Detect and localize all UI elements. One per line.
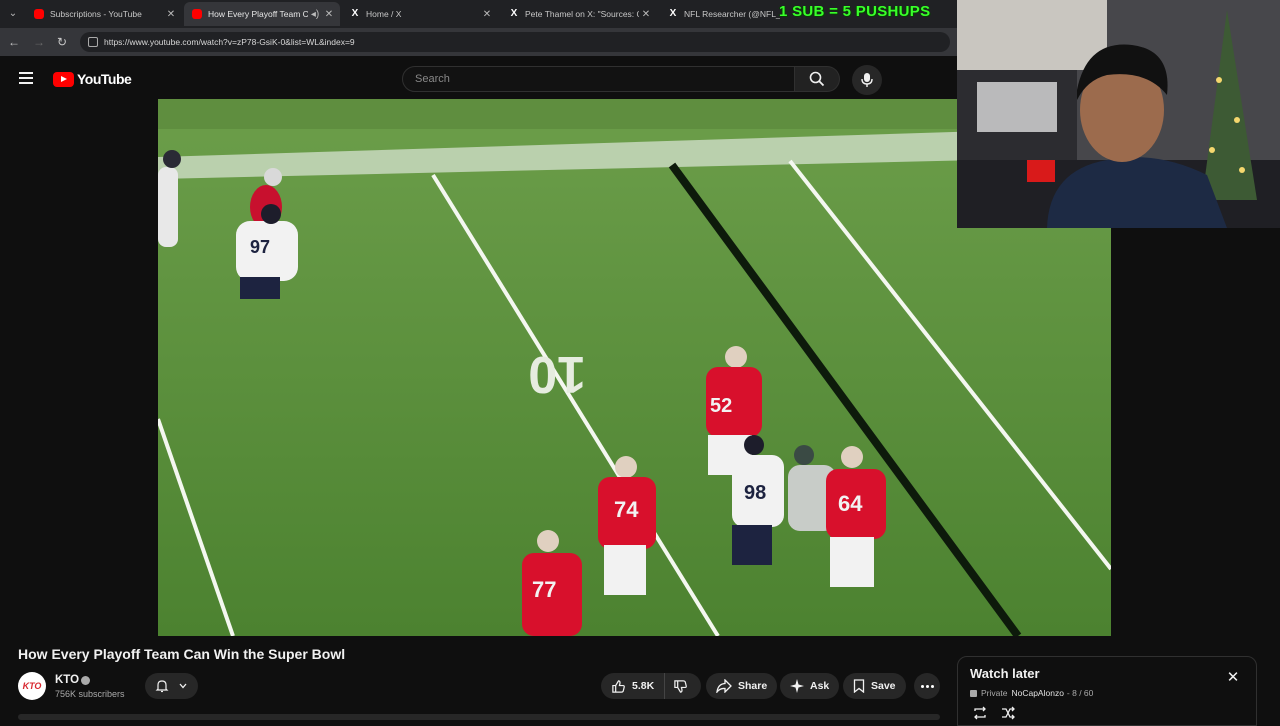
save-button[interactable]: Save xyxy=(843,673,906,699)
dislike-button[interactable] xyxy=(665,673,702,699)
more-dot xyxy=(920,684,924,688)
share-icon xyxy=(716,679,732,693)
jersey-number: 74 xyxy=(614,497,639,522)
tab-label: Home / X xyxy=(366,9,402,19)
youtube-header: YouTube Search xyxy=(0,58,957,99)
loop-icon[interactable] xyxy=(972,705,988,721)
microphone-icon xyxy=(861,73,873,87)
tab-pete-thamel[interactable]: X Pete Thamel on X: "Sources: Oh ✕ xyxy=(501,2,657,26)
tab-home-x[interactable]: X Home / X ✕ xyxy=(342,2,498,26)
reload-icon[interactable]: ↻ xyxy=(53,33,71,51)
close-icon[interactable]: ✕ xyxy=(164,9,178,20)
wall xyxy=(957,0,1107,70)
lock-icon xyxy=(970,689,977,697)
chevron-down-icon xyxy=(179,683,187,689)
youtube-play-icon xyxy=(53,71,74,87)
playlist-position: - 8 / 60 xyxy=(1066,688,1094,698)
tab-label: Subscriptions - YouTube xyxy=(50,9,142,19)
streamer-webcam xyxy=(957,0,1280,228)
tab-nfl-researcher[interactable]: X NFL Researcher (@NFL_Rese xyxy=(660,2,780,26)
description-box-edge xyxy=(18,714,940,720)
url-field[interactable]: https://www.youtube.com/watch?v=zP78-Gsi… xyxy=(80,32,950,52)
search-icon xyxy=(809,71,825,87)
jersey-number: 97 xyxy=(250,237,270,257)
tab-search-icon[interactable]: ⌄ xyxy=(4,5,22,23)
jersey-number: 64 xyxy=(838,491,863,516)
save-label: Save xyxy=(871,680,896,692)
shuffle-icon[interactable] xyxy=(1000,705,1016,721)
more-actions-button[interactable] xyxy=(914,673,940,699)
x-icon: X xyxy=(669,8,677,19)
tab-current-video[interactable]: How Every Playoff Team Ca ◂) ✕ xyxy=(184,2,340,26)
channel-name[interactable]: KTO xyxy=(55,674,79,686)
search-button[interactable] xyxy=(795,66,840,92)
playlist-privacy: Private xyxy=(981,688,1008,698)
playlist-owner[interactable]: NoCapAlonzo xyxy=(1011,688,1063,698)
like-button[interactable]: 5.8K xyxy=(601,673,666,699)
field-number: 10 xyxy=(528,345,586,403)
close-icon[interactable]: ✕ xyxy=(639,9,653,20)
logo-text: YouTube xyxy=(77,71,132,87)
tab-label: Pete Thamel on X: "Sources: Oh xyxy=(525,9,639,19)
red-object xyxy=(1027,160,1055,182)
sparkle-icon xyxy=(790,679,804,693)
video-title: How Every Playoff Team Can Win the Super… xyxy=(18,646,346,662)
playlist-meta: Private NoCapAlonzo - 8 / 60 xyxy=(970,688,1093,698)
jersey-number: 52 xyxy=(710,395,732,417)
back-icon[interactable]: ← xyxy=(5,33,23,51)
channel-avatar[interactable]: KTO xyxy=(18,672,46,700)
playlist-panel: Watch later Private NoCapAlonzo - 8 / 60… xyxy=(957,656,1257,726)
stream-overlay-text: 1 SUB = 5 PUSHUPS xyxy=(779,3,931,20)
more-dot xyxy=(930,684,934,688)
thumbs-down-icon xyxy=(674,679,688,693)
verified-icon xyxy=(81,676,90,685)
tab-subscriptions[interactable]: Subscriptions - YouTube ✕ xyxy=(26,2,182,26)
window xyxy=(977,82,1057,132)
bookmark-icon xyxy=(853,679,865,693)
more-dot xyxy=(925,684,929,688)
share-button[interactable]: Share xyxy=(706,673,778,699)
menu-icon[interactable] xyxy=(19,72,33,84)
webcam-feed xyxy=(957,0,1280,228)
notification-button[interactable] xyxy=(145,673,198,699)
close-playlist-icon[interactable]: ✕ xyxy=(1225,670,1241,686)
search-bar: Search xyxy=(402,66,840,92)
forward-icon[interactable]: → xyxy=(30,33,48,51)
tab-label: How Every Playoff Team Ca xyxy=(208,9,308,19)
speaker-icon[interactable]: ◂) xyxy=(308,9,322,20)
jersey-number: 98 xyxy=(744,482,766,504)
url-text: https://www.youtube.com/watch?v=zP78-Gsi… xyxy=(104,37,355,47)
x-icon: X xyxy=(351,8,359,19)
bell-icon xyxy=(155,680,169,693)
jersey-number: 77 xyxy=(532,577,556,602)
ask-label: Ask xyxy=(810,680,830,692)
ask-button[interactable]: Ask xyxy=(780,673,840,699)
youtube-logo[interactable]: YouTube xyxy=(53,71,132,87)
close-icon[interactable]: ✕ xyxy=(480,9,494,20)
avatar-text: KTO xyxy=(22,681,42,691)
like-count: 5.8K xyxy=(632,680,655,692)
youtube-icon xyxy=(192,9,202,19)
voice-search-button[interactable] xyxy=(852,65,882,95)
share-label: Share xyxy=(738,680,768,692)
close-icon[interactable]: ✕ xyxy=(322,9,336,20)
site-info-icon[interactable] xyxy=(88,37,98,47)
like-dislike-group: 5.8K xyxy=(601,673,701,699)
browser-address-bar: ← → ↻ https://www.youtube.com/watch?v=zP… xyxy=(0,28,957,56)
x-icon: X xyxy=(510,8,518,19)
search-input[interactable]: Search xyxy=(402,66,795,92)
subscriber-count: 756K subscribers xyxy=(55,689,125,699)
tab-label: NFL Researcher (@NFL_Rese xyxy=(684,9,780,19)
thumbs-up-icon xyxy=(612,679,625,693)
playlist-title[interactable]: Watch later xyxy=(970,666,1040,681)
youtube-icon xyxy=(34,9,44,19)
